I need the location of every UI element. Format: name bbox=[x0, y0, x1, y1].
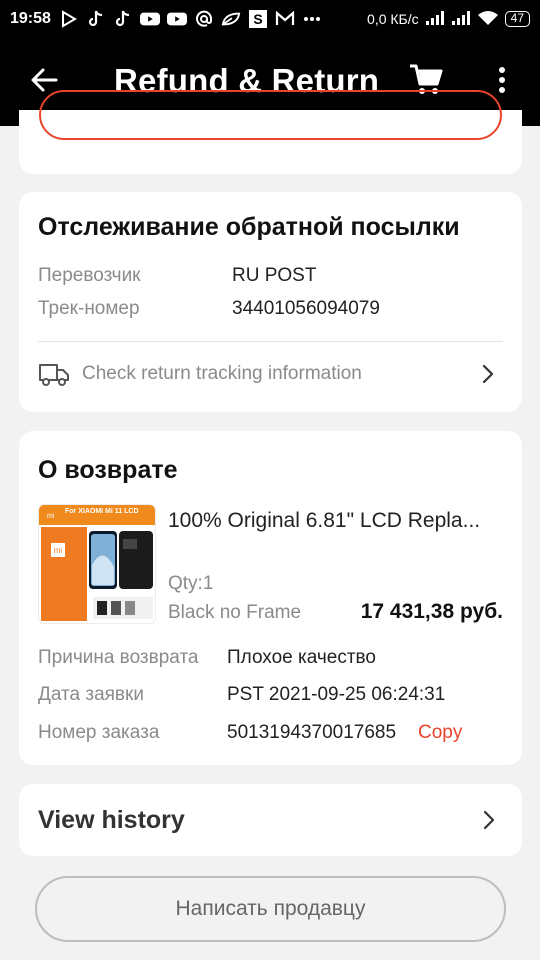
return-info-title: О возврате bbox=[38, 456, 178, 484]
request-date-label: Дата заявки bbox=[38, 684, 144, 705]
status-right: 0,0 КБ/с 47 bbox=[367, 10, 530, 29]
tracking-number-label: Трек-номер bbox=[38, 298, 140, 319]
return-tracking-card: Отслеживание обратной посылки Перевозчик… bbox=[19, 192, 522, 412]
gmail-icon bbox=[275, 10, 295, 28]
wifi-icon bbox=[477, 10, 499, 29]
product-price: 17 431,38 руб. bbox=[360, 600, 503, 623]
contact-seller-button[interactable]: Написать продавцу bbox=[35, 876, 506, 942]
contact-seller-label: Написать продавцу bbox=[175, 897, 366, 920]
copy-order-button[interactable]: Copy bbox=[418, 722, 462, 744]
chevron-right-icon bbox=[482, 809, 496, 831]
svg-text:mi: mi bbox=[54, 546, 63, 555]
order-number-label: Номер заказа bbox=[38, 722, 160, 743]
dots-icon bbox=[302, 10, 322, 28]
youtube-icon bbox=[139, 10, 160, 28]
youtube-icon bbox=[166, 10, 187, 28]
s-icon: S bbox=[248, 10, 268, 28]
tiktok-icon bbox=[113, 10, 133, 28]
order-number-value: 5013194370017685 bbox=[227, 722, 397, 743]
tracking-number-value: 34401056094079 bbox=[232, 298, 380, 319]
carrier-label: Перевозчик bbox=[38, 265, 141, 286]
chevron-right-icon bbox=[481, 363, 495, 385]
product-title[interactable]: 100% Original 6.81" LCD Repla... bbox=[168, 509, 508, 533]
product-variant: Black no Frame bbox=[168, 602, 302, 623]
notification-icons: S bbox=[59, 10, 322, 28]
carrier-value: RU POST bbox=[232, 265, 317, 286]
battery-indicator: 47 bbox=[504, 11, 530, 27]
product-qty: Qty:1 bbox=[168, 573, 214, 594]
status-time: 19:58 bbox=[10, 10, 51, 27]
divider bbox=[38, 341, 503, 342]
reason-label: Причина возврата bbox=[38, 647, 199, 668]
svg-text:S: S bbox=[253, 11, 262, 27]
orange-outline-button[interactable] bbox=[39, 90, 502, 140]
play-store-icon bbox=[59, 10, 79, 28]
status-bar: 19:58 S 0,0 КБ/с 47 bbox=[0, 0, 540, 38]
signal-icon bbox=[425, 10, 445, 29]
view-history-row[interactable]: View history bbox=[19, 784, 522, 856]
more-options-icon[interactable] bbox=[490, 64, 514, 96]
tiktok-icon bbox=[86, 10, 106, 28]
previous-card bbox=[19, 90, 522, 174]
product-image[interactable]: mi mi For XIAOMI Mi 11 LCD bbox=[38, 504, 156, 624]
check-tracking-text: Check return tracking information bbox=[82, 363, 362, 384]
network-speed: 0,0 КБ/с bbox=[367, 11, 419, 27]
product-image-caption: For XIAOMI Mi 11 LCD bbox=[65, 508, 139, 515]
signal-icon-2 bbox=[451, 10, 471, 29]
at-icon bbox=[194, 10, 214, 28]
request-date-value: PST 2021-09-25 06:24:31 bbox=[227, 684, 446, 705]
svg-text:mi: mi bbox=[47, 513, 55, 520]
check-tracking-link[interactable]: Check return tracking information bbox=[38, 356, 503, 392]
reason-value: Плохое качество bbox=[227, 647, 377, 668]
return-info-card: О возврате mi mi For XIAOMI Mi 11 LCD 10… bbox=[19, 431, 522, 765]
view-history-label: View history bbox=[38, 806, 185, 834]
leaf-icon bbox=[221, 10, 241, 28]
tracking-title: Отслеживание обратной посылки bbox=[38, 213, 460, 241]
truck-icon bbox=[38, 361, 70, 387]
